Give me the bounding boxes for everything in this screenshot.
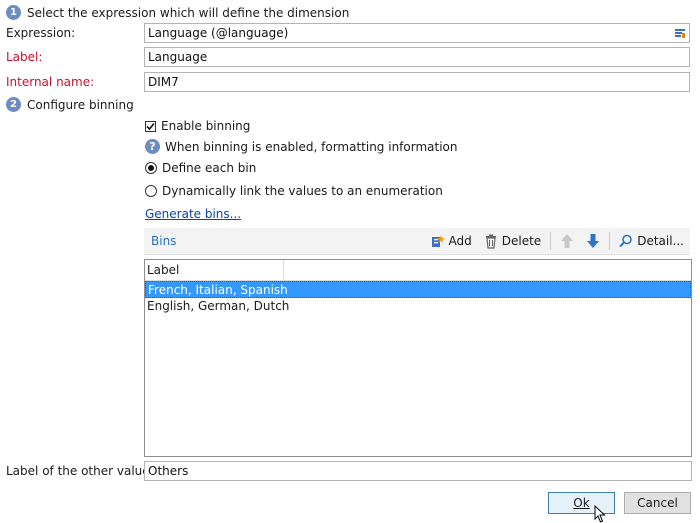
- enable-binning-label: Enable binning: [161, 119, 251, 133]
- enable-binning-row[interactable]: Enable binning: [145, 119, 250, 133]
- internal-name-input[interactable]: [144, 72, 690, 92]
- radio-define-each-bin-label: Define each bin: [162, 161, 257, 175]
- add-button[interactable]: Add: [424, 230, 478, 252]
- step-2-badge: 2: [6, 97, 21, 112]
- section-2-header: 2 Configure binning: [6, 97, 134, 112]
- cancel-button-label: Cancel: [637, 496, 678, 510]
- add-button-label: Add: [448, 234, 472, 248]
- radio-define-each-bin[interactable]: Define each bin: [145, 161, 256, 175]
- radio-dynamic-link[interactable]: Dynamically link the values to an enumer…: [145, 184, 443, 198]
- label-input[interactable]: [144, 47, 690, 67]
- internal-name-label: Internal name:: [6, 75, 95, 89]
- label-label: Label:: [6, 50, 43, 64]
- section-1-title: Select the expression which will define …: [27, 5, 350, 20]
- list-item[interactable]: English, German, Dutch: [145, 298, 691, 315]
- add-icon: [431, 234, 445, 247]
- bins-list[interactable]: Label French, Italian, Spanish English, …: [144, 259, 692, 457]
- expression-edit-icon[interactable]: [671, 24, 689, 42]
- binning-info: ? When binning is enabled, formatting in…: [145, 139, 458, 154]
- column-header-label[interactable]: Label: [145, 260, 284, 280]
- radio-dynamic-link-label: Dynamically link the values to an enumer…: [162, 184, 443, 198]
- section-1-header: 1 Select the expression which will defin…: [6, 5, 349, 20]
- enable-binning-checkbox[interactable]: [145, 120, 156, 132]
- trash-icon: [485, 234, 496, 249]
- delete-button[interactable]: Delete: [478, 230, 547, 252]
- expression-label: Expression:: [6, 26, 76, 40]
- bins-toolbar-title: Bins: [151, 234, 177, 248]
- delete-button-label: Delete: [501, 234, 542, 248]
- detail-button[interactable]: Detail...: [613, 230, 690, 252]
- expression-field[interactable]: Language (@language): [144, 23, 690, 43]
- move-up-button[interactable]: [554, 230, 580, 252]
- bins-toolbar: Bins Add Delete Detail...: [144, 228, 690, 255]
- detail-button-label: Detail...: [637, 234, 684, 248]
- step-1-badge: 1: [6, 5, 21, 20]
- toolbar-separator: [550, 232, 552, 250]
- binning-info-text: When binning is enabled, formatting info…: [165, 139, 458, 154]
- move-down-button[interactable]: [580, 230, 606, 252]
- ok-button-label: Ok: [573, 496, 590, 510]
- other-values-input[interactable]: [144, 461, 692, 481]
- magnifier-icon: [619, 234, 633, 248]
- bins-list-header: Label: [145, 260, 691, 281]
- radio-define-each-bin-control[interactable]: [145, 162, 157, 174]
- toolbar-separator-2: [609, 232, 611, 250]
- cancel-button[interactable]: Cancel: [624, 492, 691, 514]
- generate-bins-link[interactable]: Generate bins...: [145, 207, 241, 221]
- other-values-label: Label of the other values:: [6, 464, 160, 478]
- section-2-title: Configure binning: [27, 97, 134, 112]
- list-item[interactable]: French, Italian, Spanish: [145, 281, 691, 298]
- expression-value: Language (@language): [148, 26, 289, 40]
- mouse-cursor-icon: [594, 505, 606, 523]
- arrow-up-icon: [561, 234, 574, 248]
- help-icon: ?: [145, 139, 160, 154]
- arrow-down-icon: [587, 234, 600, 248]
- radio-dynamic-link-control[interactable]: [145, 185, 157, 197]
